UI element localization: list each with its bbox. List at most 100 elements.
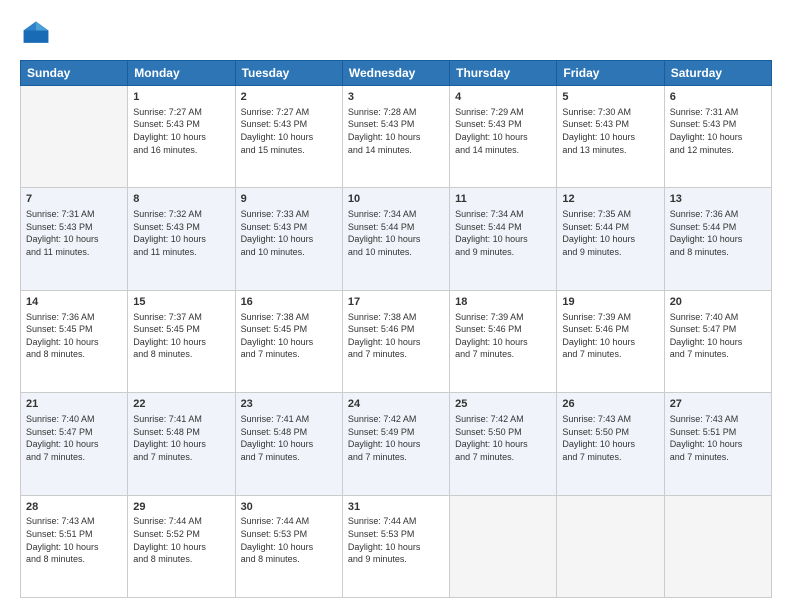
weekday-header: Thursday — [450, 61, 557, 86]
cell-content: Sunrise: 7:34 AMSunset: 5:44 PMDaylight:… — [455, 208, 551, 258]
day-number: 22 — [133, 397, 229, 412]
calendar-cell: 9Sunrise: 7:33 AMSunset: 5:43 PMDaylight… — [235, 188, 342, 290]
day-number: 18 — [455, 295, 551, 310]
day-number: 26 — [562, 397, 658, 412]
calendar-week-row: 21Sunrise: 7:40 AMSunset: 5:47 PMDayligh… — [21, 393, 772, 495]
page: SundayMondayTuesdayWednesdayThursdayFrid… — [0, 0, 792, 612]
day-number: 6 — [670, 90, 766, 105]
calendar-cell: 22Sunrise: 7:41 AMSunset: 5:48 PMDayligh… — [128, 393, 235, 495]
day-number: 27 — [670, 397, 766, 412]
cell-content: Sunrise: 7:41 AMSunset: 5:48 PMDaylight:… — [133, 413, 229, 463]
calendar-cell: 3Sunrise: 7:28 AMSunset: 5:43 PMDaylight… — [342, 86, 449, 188]
calendar-cell: 17Sunrise: 7:38 AMSunset: 5:46 PMDayligh… — [342, 290, 449, 392]
cell-content: Sunrise: 7:42 AMSunset: 5:50 PMDaylight:… — [455, 413, 551, 463]
cell-content: Sunrise: 7:36 AMSunset: 5:44 PMDaylight:… — [670, 208, 766, 258]
calendar-cell: 19Sunrise: 7:39 AMSunset: 5:46 PMDayligh… — [557, 290, 664, 392]
day-number: 23 — [241, 397, 337, 412]
day-number: 31 — [348, 500, 444, 515]
calendar-week-row: 1Sunrise: 7:27 AMSunset: 5:43 PMDaylight… — [21, 86, 772, 188]
cell-content: Sunrise: 7:43 AMSunset: 5:51 PMDaylight:… — [670, 413, 766, 463]
cell-content: Sunrise: 7:37 AMSunset: 5:45 PMDaylight:… — [133, 311, 229, 361]
day-number: 25 — [455, 397, 551, 412]
day-number: 11 — [455, 192, 551, 207]
weekday-header: Sunday — [21, 61, 128, 86]
day-number: 12 — [562, 192, 658, 207]
weekday-header: Friday — [557, 61, 664, 86]
calendar-cell: 15Sunrise: 7:37 AMSunset: 5:45 PMDayligh… — [128, 290, 235, 392]
day-number: 16 — [241, 295, 337, 310]
day-number: 15 — [133, 295, 229, 310]
cell-content: Sunrise: 7:44 AMSunset: 5:53 PMDaylight:… — [241, 515, 337, 565]
cell-content: Sunrise: 7:44 AMSunset: 5:53 PMDaylight:… — [348, 515, 444, 565]
calendar-cell: 4Sunrise: 7:29 AMSunset: 5:43 PMDaylight… — [450, 86, 557, 188]
calendar-cell: 30Sunrise: 7:44 AMSunset: 5:53 PMDayligh… — [235, 495, 342, 597]
weekday-header: Monday — [128, 61, 235, 86]
day-number: 3 — [348, 90, 444, 105]
weekday-header: Saturday — [664, 61, 771, 86]
cell-content: Sunrise: 7:29 AMSunset: 5:43 PMDaylight:… — [455, 106, 551, 156]
day-number: 29 — [133, 500, 229, 515]
cell-content: Sunrise: 7:32 AMSunset: 5:43 PMDaylight:… — [133, 208, 229, 258]
cell-content: Sunrise: 7:34 AMSunset: 5:44 PMDaylight:… — [348, 208, 444, 258]
day-number: 28 — [26, 500, 122, 515]
day-number: 20 — [670, 295, 766, 310]
weekday-header: Tuesday — [235, 61, 342, 86]
calendar-cell: 1Sunrise: 7:27 AMSunset: 5:43 PMDaylight… — [128, 86, 235, 188]
day-number: 14 — [26, 295, 122, 310]
calendar-cell: 12Sunrise: 7:35 AMSunset: 5:44 PMDayligh… — [557, 188, 664, 290]
cell-content: Sunrise: 7:44 AMSunset: 5:52 PMDaylight:… — [133, 515, 229, 565]
day-number: 30 — [241, 500, 337, 515]
cell-content: Sunrise: 7:35 AMSunset: 5:44 PMDaylight:… — [562, 208, 658, 258]
header — [20, 18, 772, 50]
cell-content: Sunrise: 7:27 AMSunset: 5:43 PMDaylight:… — [241, 106, 337, 156]
cell-content: Sunrise: 7:28 AMSunset: 5:43 PMDaylight:… — [348, 106, 444, 156]
cell-content: Sunrise: 7:40 AMSunset: 5:47 PMDaylight:… — [670, 311, 766, 361]
calendar-cell: 25Sunrise: 7:42 AMSunset: 5:50 PMDayligh… — [450, 393, 557, 495]
calendar-week-row: 14Sunrise: 7:36 AMSunset: 5:45 PMDayligh… — [21, 290, 772, 392]
cell-content: Sunrise: 7:39 AMSunset: 5:46 PMDaylight:… — [455, 311, 551, 361]
cell-content: Sunrise: 7:39 AMSunset: 5:46 PMDaylight:… — [562, 311, 658, 361]
weekday-header: Wednesday — [342, 61, 449, 86]
day-number: 19 — [562, 295, 658, 310]
calendar-cell: 2Sunrise: 7:27 AMSunset: 5:43 PMDaylight… — [235, 86, 342, 188]
calendar-cell: 23Sunrise: 7:41 AMSunset: 5:48 PMDayligh… — [235, 393, 342, 495]
calendar-cell: 21Sunrise: 7:40 AMSunset: 5:47 PMDayligh… — [21, 393, 128, 495]
calendar-cell: 29Sunrise: 7:44 AMSunset: 5:52 PMDayligh… — [128, 495, 235, 597]
calendar-cell — [21, 86, 128, 188]
calendar-cell: 28Sunrise: 7:43 AMSunset: 5:51 PMDayligh… — [21, 495, 128, 597]
calendar-cell — [664, 495, 771, 597]
cell-content: Sunrise: 7:38 AMSunset: 5:45 PMDaylight:… — [241, 311, 337, 361]
day-number: 13 — [670, 192, 766, 207]
cell-content: Sunrise: 7:30 AMSunset: 5:43 PMDaylight:… — [562, 106, 658, 156]
cell-content: Sunrise: 7:42 AMSunset: 5:49 PMDaylight:… — [348, 413, 444, 463]
calendar-cell: 31Sunrise: 7:44 AMSunset: 5:53 PMDayligh… — [342, 495, 449, 597]
day-number: 2 — [241, 90, 337, 105]
day-number: 9 — [241, 192, 337, 207]
logo — [20, 18, 56, 50]
calendar-cell: 14Sunrise: 7:36 AMSunset: 5:45 PMDayligh… — [21, 290, 128, 392]
cell-content: Sunrise: 7:33 AMSunset: 5:43 PMDaylight:… — [241, 208, 337, 258]
day-number: 21 — [26, 397, 122, 412]
day-number: 10 — [348, 192, 444, 207]
calendar-cell — [557, 495, 664, 597]
cell-content: Sunrise: 7:43 AMSunset: 5:50 PMDaylight:… — [562, 413, 658, 463]
calendar-cell: 8Sunrise: 7:32 AMSunset: 5:43 PMDaylight… — [128, 188, 235, 290]
calendar-cell: 24Sunrise: 7:42 AMSunset: 5:49 PMDayligh… — [342, 393, 449, 495]
day-number: 5 — [562, 90, 658, 105]
day-number: 7 — [26, 192, 122, 207]
cell-content: Sunrise: 7:31 AMSunset: 5:43 PMDaylight:… — [670, 106, 766, 156]
calendar-cell: 16Sunrise: 7:38 AMSunset: 5:45 PMDayligh… — [235, 290, 342, 392]
calendar-cell: 11Sunrise: 7:34 AMSunset: 5:44 PMDayligh… — [450, 188, 557, 290]
cell-content: Sunrise: 7:27 AMSunset: 5:43 PMDaylight:… — [133, 106, 229, 156]
calendar-cell: 5Sunrise: 7:30 AMSunset: 5:43 PMDaylight… — [557, 86, 664, 188]
cell-content: Sunrise: 7:38 AMSunset: 5:46 PMDaylight:… — [348, 311, 444, 361]
calendar-cell: 10Sunrise: 7:34 AMSunset: 5:44 PMDayligh… — [342, 188, 449, 290]
calendar-cell: 20Sunrise: 7:40 AMSunset: 5:47 PMDayligh… — [664, 290, 771, 392]
calendar-cell: 18Sunrise: 7:39 AMSunset: 5:46 PMDayligh… — [450, 290, 557, 392]
day-number: 1 — [133, 90, 229, 105]
day-number: 24 — [348, 397, 444, 412]
calendar-cell — [450, 495, 557, 597]
calendar-week-row: 28Sunrise: 7:43 AMSunset: 5:51 PMDayligh… — [21, 495, 772, 597]
calendar-cell: 6Sunrise: 7:31 AMSunset: 5:43 PMDaylight… — [664, 86, 771, 188]
day-number: 17 — [348, 295, 444, 310]
